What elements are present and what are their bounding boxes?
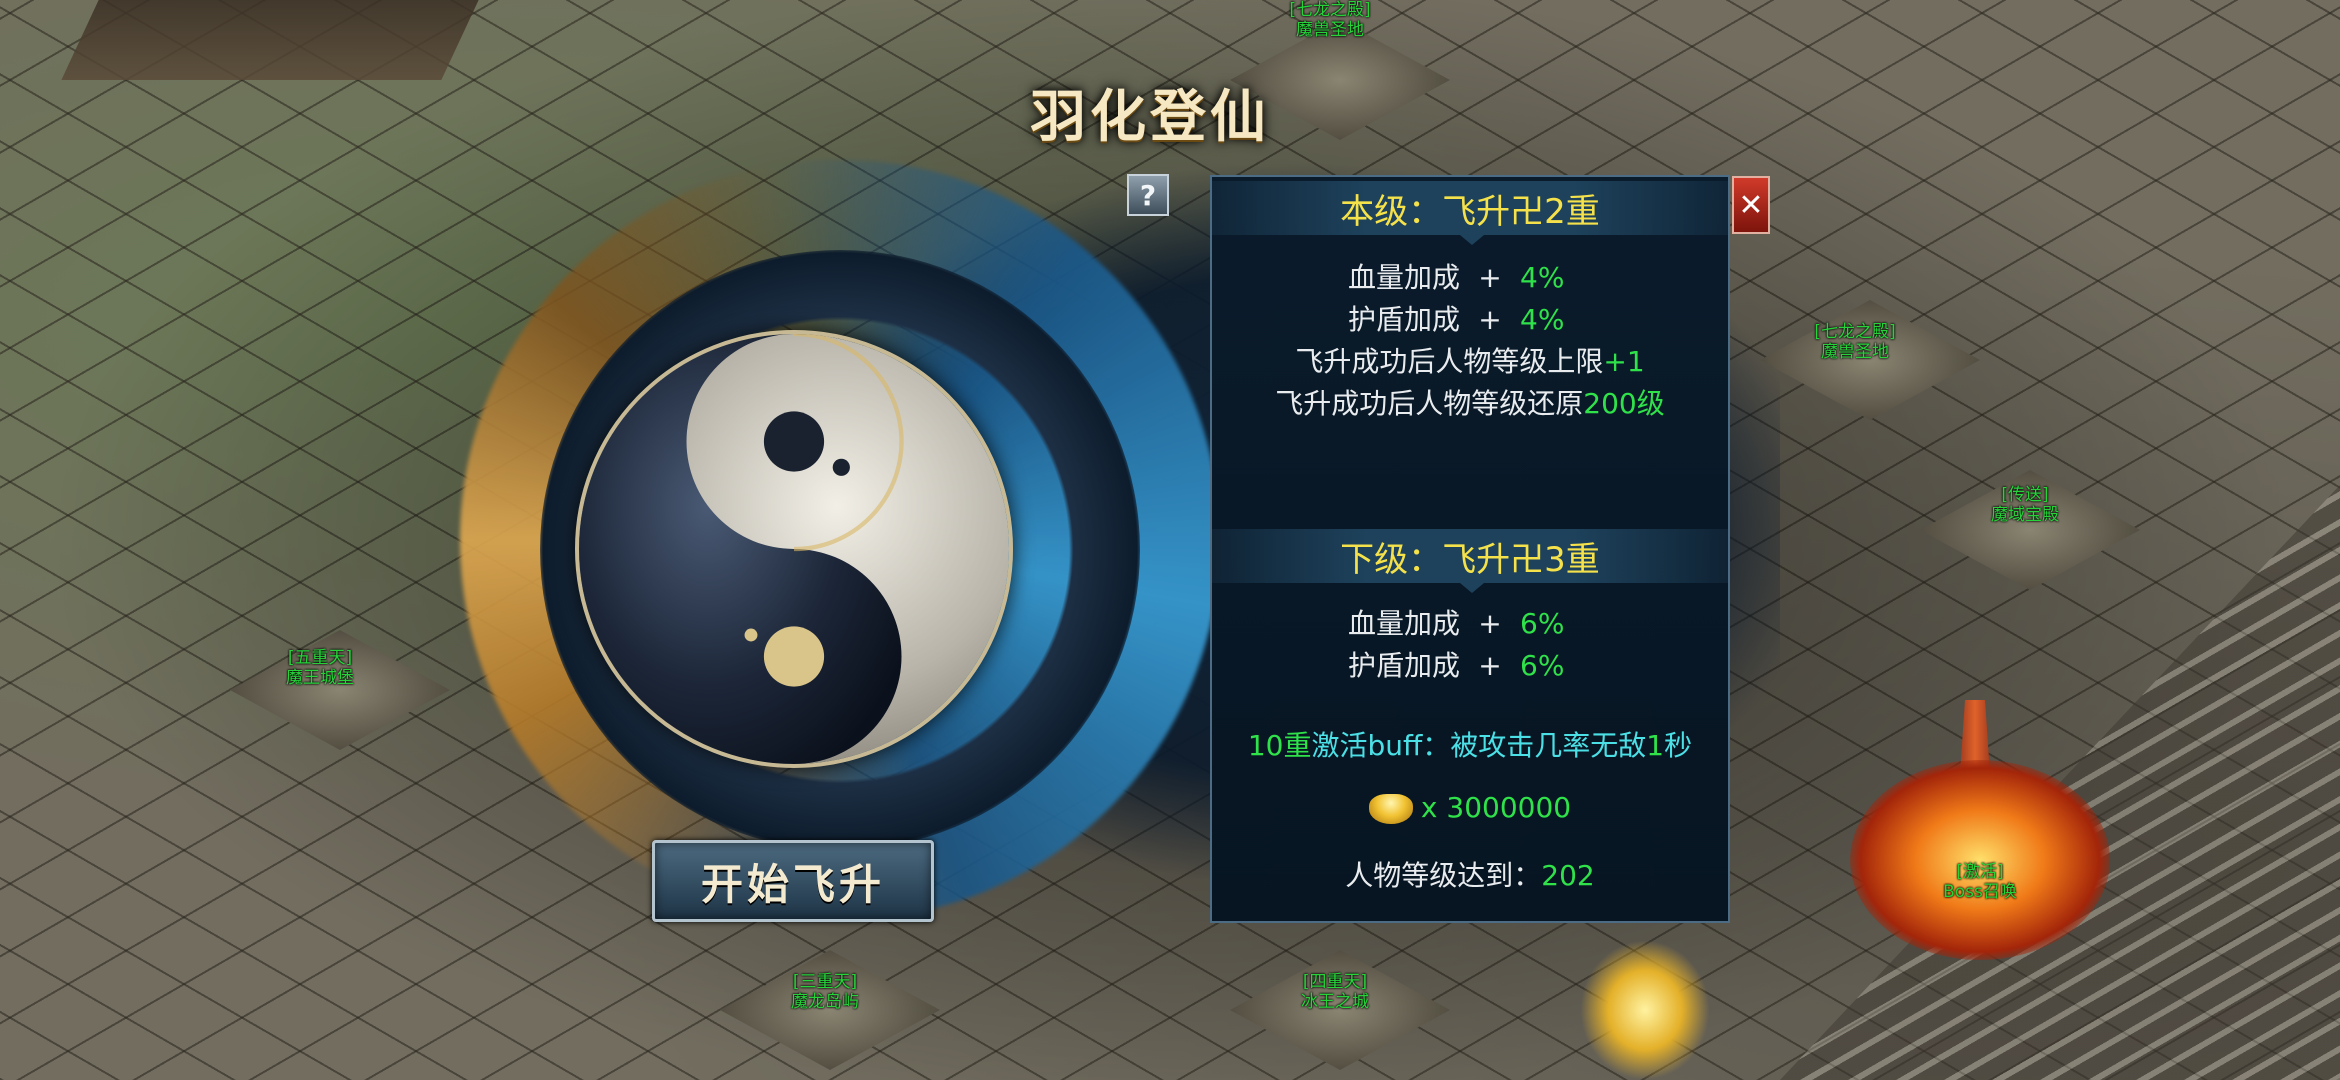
next-shield-bonus: 护盾加成 +6%	[1347, 649, 1565, 682]
buff-description: 10重激活buff：被攻击几率无敌1秒	[1247, 729, 1693, 762]
building-roof	[61, 0, 479, 80]
taiji-icon	[575, 330, 1013, 768]
next-level-header: 下级： 飞升卍3重	[1212, 529, 1728, 593]
level-requirement: 人物等级达到：202	[1345, 859, 1595, 892]
current-hp-bonus: 血量加成 +4%	[1347, 261, 1565, 294]
golden-glow	[1580, 940, 1710, 1080]
dialog-title: 羽化登仙	[1030, 84, 1270, 150]
fire-altar	[1850, 760, 2110, 960]
level-cap-note: 飞升成功后人物等级上限+1	[1295, 345, 1645, 378]
close-button[interactable]: ✕	[1732, 176, 1770, 234]
level-reset-note: 飞升成功后人物等级还原200级	[1275, 387, 1665, 420]
npc-label[interactable]: [四重天] 冰王之城	[1225, 972, 1445, 1012]
current-shield-bonus: 护盾加成 +4%	[1347, 303, 1565, 336]
npc-label[interactable]: [三重天] 魔龙岛屿	[715, 972, 935, 1012]
next-hp-bonus: 血量加成 +6%	[1347, 607, 1565, 640]
npc-label[interactable]: [七龙之殿] 魔兽圣地	[1220, 0, 1440, 40]
npc-label[interactable]: [五重天] 魔王城堡	[210, 648, 430, 688]
gold-ingot-icon	[1368, 794, 1413, 824]
cost-row: x 3000000	[1212, 787, 1728, 829]
current-level-header: 本级： 飞升卍2重	[1212, 181, 1728, 245]
npc-label[interactable]: [传送] 魔域宝殿	[1915, 485, 2135, 525]
npc-label[interactable]: [激活] Boss召唤	[1870, 862, 2090, 902]
help-button[interactable]: ?	[1127, 174, 1169, 216]
ascension-info-panel: 本级： 飞升卍2重 血量加成 +4% 护盾加成 +4% 飞升成功后人物等级上限+1 …	[1210, 175, 1730, 923]
start-ascension-button[interactable]: 开始飞升	[652, 840, 934, 922]
